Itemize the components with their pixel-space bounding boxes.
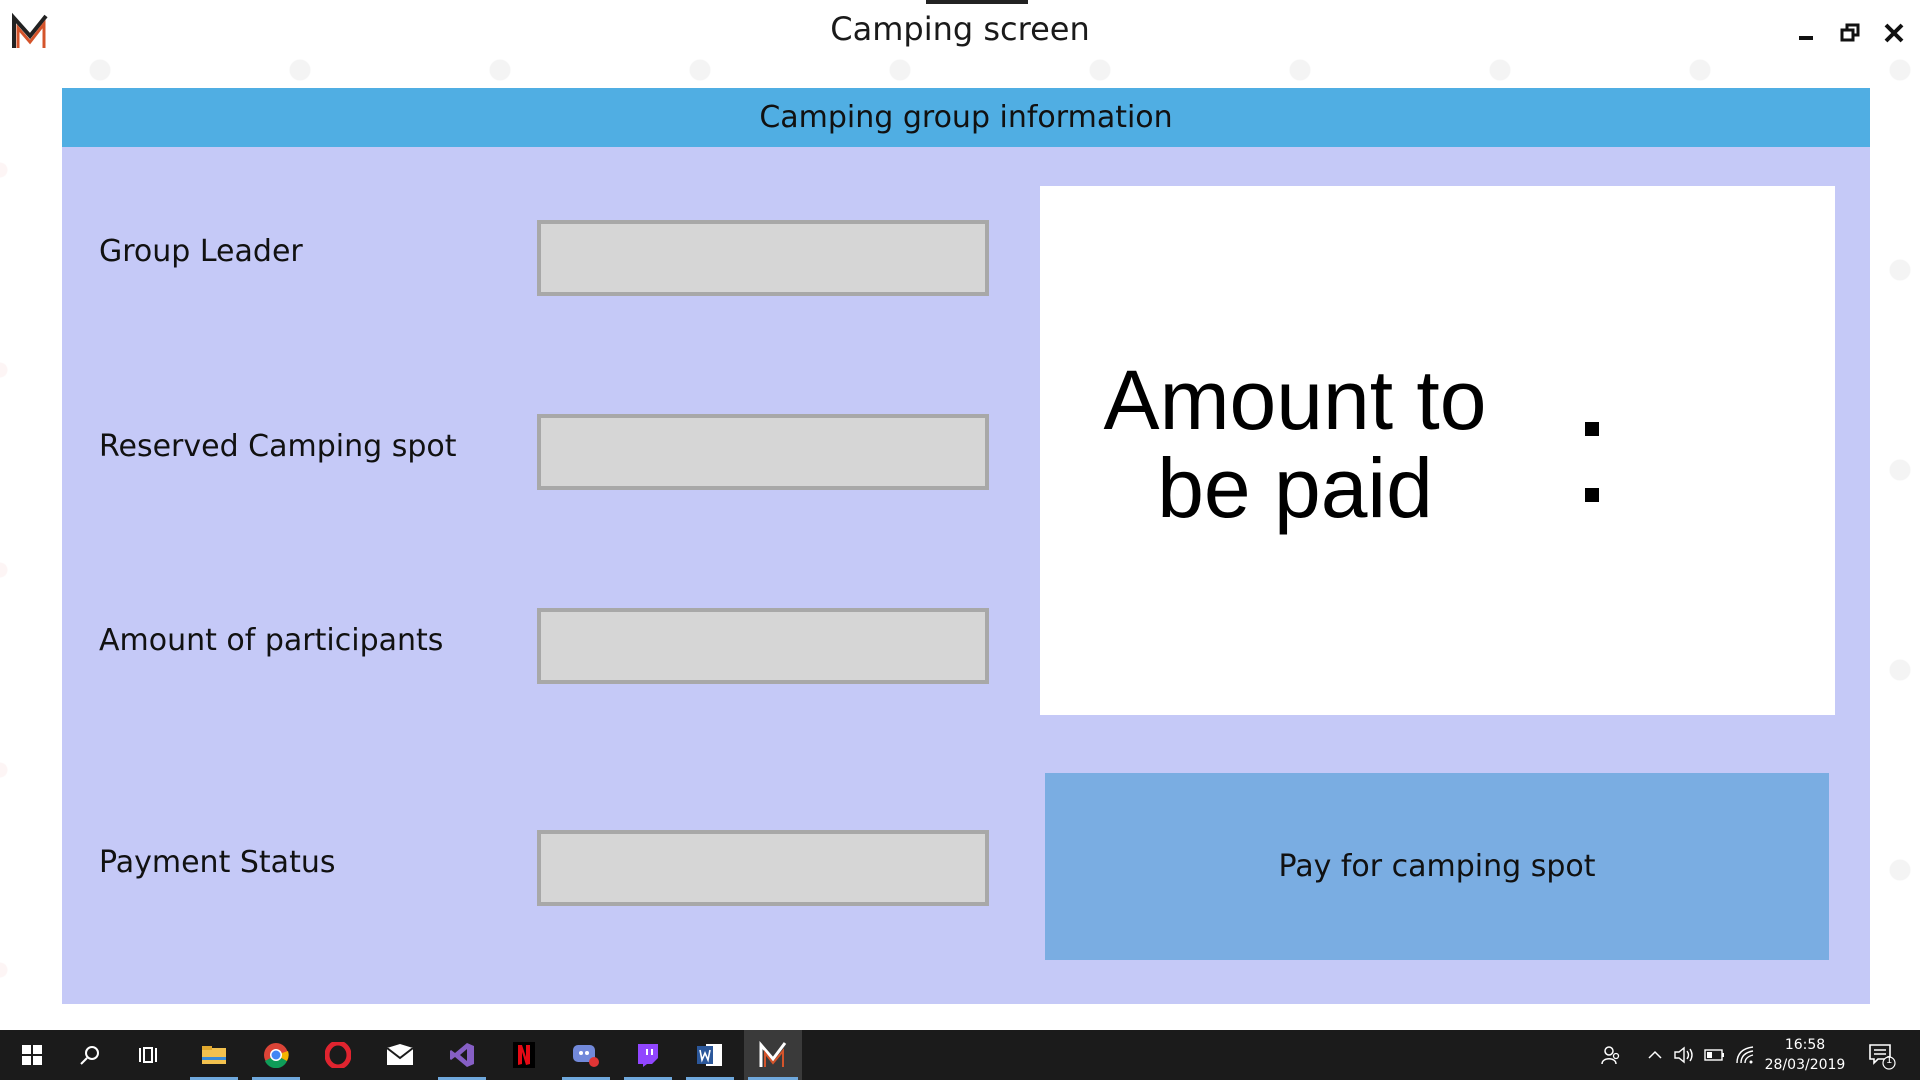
- twitch-button[interactable]: [620, 1030, 676, 1080]
- notification-count: 1: [1886, 1055, 1893, 1066]
- wifi-button[interactable]: [1734, 1044, 1756, 1066]
- taskbar-search-button[interactable]: [62, 1030, 118, 1080]
- amount-display: Amount to be paid: [1040, 186, 1835, 715]
- minimize-button[interactable]: [1788, 16, 1824, 50]
- opera-button[interactable]: [310, 1030, 366, 1080]
- file-explorer-button[interactable]: [186, 1030, 242, 1080]
- word-icon: [697, 1044, 722, 1066]
- chrome-icon: [264, 1043, 289, 1068]
- chrome-button[interactable]: [248, 1030, 304, 1080]
- restore-icon: [1840, 23, 1860, 42]
- show-hidden-icons-button[interactable]: [1644, 1044, 1666, 1066]
- payment-status-label: Payment Status: [99, 845, 336, 880]
- pay-button[interactable]: Pay for camping spot: [1045, 773, 1829, 960]
- minimize-icon: [1799, 36, 1813, 40]
- volume-icon: [1674, 1046, 1693, 1064]
- clock-date: 28/03/2019: [1764, 1057, 1846, 1073]
- visual-studio-button[interactable]: [434, 1030, 490, 1080]
- opera-icon: [325, 1042, 351, 1068]
- colon-dot-bottom: [1585, 488, 1599, 502]
- amount-label-line2: be paid: [1157, 441, 1433, 535]
- visual-studio-icon: [450, 1043, 474, 1067]
- netflix-button[interactable]: [496, 1030, 552, 1080]
- colon-dot-top: [1585, 422, 1599, 436]
- camping-group-panel: Camping group information Group Leader R…: [62, 88, 1870, 1004]
- task-view-button[interactable]: [120, 1030, 176, 1080]
- mail-icon: [386, 1044, 414, 1065]
- wifi-icon: [1736, 1046, 1754, 1064]
- windows-start-icon: [22, 1045, 42, 1065]
- reserved-spot-field[interactable]: [537, 414, 989, 490]
- start-button[interactable]: [4, 1030, 60, 1080]
- system-clock[interactable]: 16:58 28/03/2019: [1760, 1035, 1850, 1075]
- title-bar[interactable]: Camping screen: [0, 0, 1920, 64]
- participants-field[interactable]: [537, 608, 989, 684]
- close-button[interactable]: [1876, 16, 1912, 50]
- payment-status-field[interactable]: [537, 830, 989, 906]
- panel-header: Camping group information: [62, 88, 1870, 147]
- clock-time: 16:58: [1784, 1037, 1826, 1053]
- file-explorer-icon: [202, 1046, 226, 1064]
- search-icon: [80, 1046, 99, 1065]
- people-icon: [1601, 1046, 1620, 1065]
- camping-app-button[interactable]: [744, 1030, 802, 1080]
- netflix-icon: [513, 1042, 535, 1068]
- battery-button[interactable]: [1704, 1044, 1726, 1066]
- twitch-icon: [638, 1044, 658, 1067]
- group-leader-label: Group Leader: [99, 234, 303, 269]
- amount-label: Amount to be paid: [1070, 356, 1520, 532]
- mail-button[interactable]: [372, 1030, 428, 1080]
- camping-app-icon: [759, 1041, 787, 1067]
- reserved-spot-label: Reserved Camping spot: [99, 429, 457, 464]
- chevron-up-icon: [1648, 1050, 1662, 1059]
- amount-label-line1: Amount to: [1103, 353, 1487, 447]
- volume-button[interactable]: [1674, 1044, 1696, 1066]
- restore-button[interactable]: [1832, 16, 1868, 50]
- people-button[interactable]: [1600, 1044, 1622, 1066]
- group-leader-field[interactable]: [537, 220, 989, 296]
- discord-icon: [573, 1045, 599, 1067]
- action-center-button[interactable]: 1: [1868, 1042, 1896, 1070]
- task-view-icon: [139, 1047, 157, 1063]
- discord-button[interactable]: [558, 1030, 614, 1080]
- close-icon: [1884, 23, 1904, 43]
- window-title: Camping screen: [830, 10, 1090, 48]
- participants-label: Amount of participants: [99, 623, 444, 658]
- battery-icon: [1704, 1049, 1724, 1061]
- word-button[interactable]: [682, 1030, 738, 1080]
- taskbar: 16:58 28/03/2019 1: [0, 1030, 1920, 1080]
